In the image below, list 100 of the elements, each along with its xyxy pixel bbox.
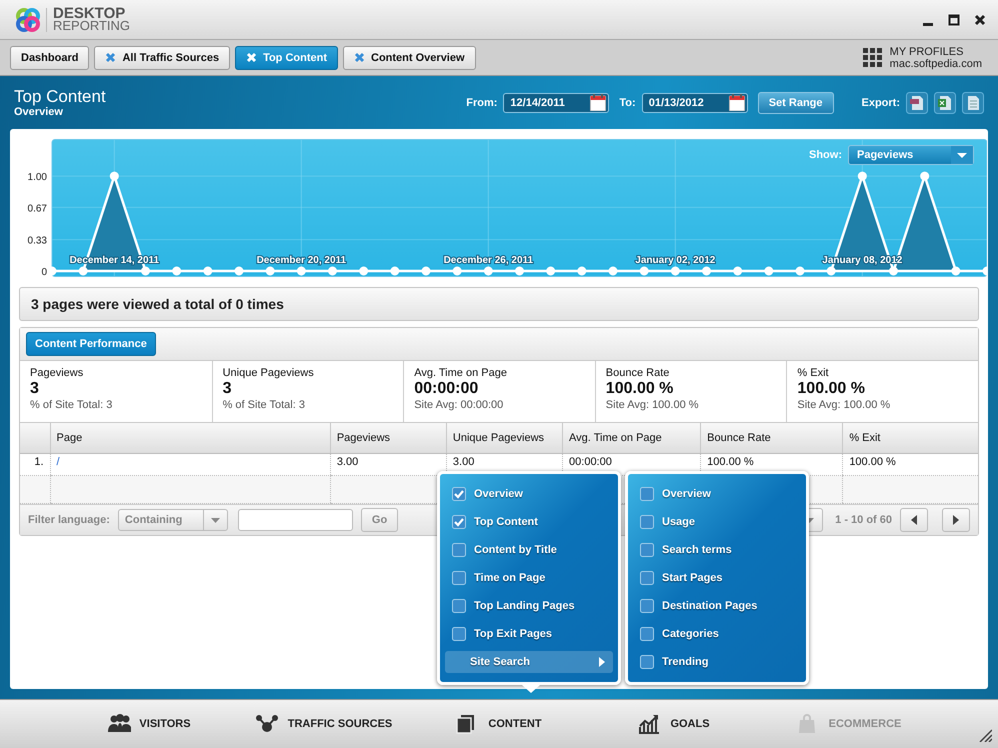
checkbox[interactable] [452, 627, 466, 641]
resize-grip-icon[interactable] [978, 728, 992, 742]
data-point[interactable] [796, 266, 804, 276]
maximize-icon[interactable] [948, 14, 960, 26]
data-point[interactable] [702, 266, 711, 276]
column-header[interactable]: Bounce Rate [700, 423, 843, 454]
menu-item[interactable]: Content by Title [445, 539, 613, 561]
checkbox[interactable] [452, 487, 466, 501]
checkbox[interactable] [640, 487, 654, 501]
metric-value: 3 [222, 379, 232, 399]
metric-dropdown[interactable]: Pageviews [848, 145, 974, 165]
previous-page-button[interactable] [900, 508, 928, 532]
menu-item[interactable]: Search terms [633, 539, 801, 561]
data-point[interactable] [266, 266, 275, 276]
data-point[interactable] [484, 266, 493, 276]
checkbox[interactable] [640, 571, 654, 585]
nav-item[interactable]: GOALS [586, 706, 762, 742]
right-arrow-icon[interactable] [952, 514, 960, 526]
data-point[interactable] [452, 266, 462, 276]
menu-item[interactable]: Usage [633, 511, 801, 533]
checkbox[interactable] [452, 571, 466, 585]
caret-icon[interactable] [951, 146, 973, 164]
menu-item[interactable]: Destination Pages [633, 595, 801, 617]
profiles-label[interactable]: MY PROFILES [890, 46, 982, 58]
document-icon[interactable] [962, 92, 984, 114]
column-header[interactable]: % Exit [842, 423, 978, 454]
menu-item[interactable]: Overview [633, 483, 801, 505]
page-link[interactable]: / [56, 456, 60, 468]
data-point[interactable] [359, 266, 368, 276]
set-range-button[interactable]: Set Range [758, 92, 834, 114]
filter-dropdown[interactable]: Containing [118, 509, 228, 531]
checkbox[interactable] [640, 515, 654, 529]
menu-item[interactable]: Overview [445, 483, 613, 505]
tab[interactable]: Content Overview [343, 46, 476, 70]
calendar-icon[interactable] [728, 94, 745, 111]
data-point[interactable] [78, 266, 88, 276]
people-icon[interactable] [107, 714, 132, 734]
pdf-icon[interactable] [906, 92, 928, 114]
checkbox[interactable] [452, 599, 466, 613]
network-icon[interactable] [256, 714, 280, 734]
data-point[interactable] [733, 266, 742, 276]
data-point[interactable] [608, 266, 618, 276]
data-point[interactable] [577, 266, 586, 276]
column-header[interactable]: Pageviews [330, 423, 446, 454]
checkbox[interactable] [640, 543, 654, 557]
data-point[interactable] [858, 172, 867, 181]
grid-icon[interactable] [862, 48, 882, 67]
data-point[interactable] [640, 266, 649, 276]
menu-item[interactable]: Trending [633, 651, 801, 673]
checkbox[interactable] [640, 655, 654, 669]
column-header[interactable]: Page [50, 423, 330, 454]
data-point[interactable] [764, 266, 774, 276]
nav-item[interactable]: TRAFFIC SOURCES [236, 706, 412, 742]
data-point[interactable] [390, 266, 400, 276]
data-point[interactable] [328, 266, 337, 276]
checkbox[interactable] [452, 515, 466, 529]
data-point[interactable] [141, 266, 150, 276]
nav-item[interactable]: CONTENT [412, 706, 586, 742]
go-button[interactable]: Go [360, 508, 398, 532]
menu-item[interactable]: Categories [633, 623, 801, 645]
data-point[interactable] [234, 266, 244, 276]
data-point[interactable] [951, 266, 960, 276]
date-field[interactable]: 01/13/2012 [642, 92, 748, 112]
data-point[interactable] [203, 266, 212, 276]
nav-item[interactable]: VISITORS [62, 706, 236, 742]
calendar-icon[interactable] [590, 94, 606, 111]
data-point[interactable] [982, 266, 987, 276]
data-point[interactable] [826, 266, 836, 276]
data-point[interactable] [422, 266, 430, 276]
menu-item[interactable]: Time on Page [445, 567, 613, 589]
data-point[interactable] [920, 172, 930, 181]
column-header[interactable]: Avg. Time on Page [562, 423, 701, 454]
submenu-item[interactable]: Site Search [445, 651, 613, 673]
date-field[interactable]: 12/14/2011 [503, 92, 610, 112]
checkbox[interactable] [640, 599, 654, 613]
section-button[interactable]: Content Performance [26, 332, 156, 356]
filter-input[interactable] [238, 509, 353, 531]
menu-item[interactable]: Top Landing Pages [445, 595, 613, 617]
tab[interactable]: Top Content [235, 46, 338, 70]
menu-item[interactable]: Start Pages [633, 567, 801, 589]
data-point[interactable] [172, 266, 182, 276]
menu-item[interactable]: Top Exit Pages [445, 623, 613, 645]
checkbox[interactable] [452, 543, 466, 557]
tab[interactable]: All Traffic Sources [94, 46, 230, 70]
menu-item-label: Content by Title [474, 544, 557, 556]
data-point[interactable] [515, 266, 524, 276]
tab[interactable]: Dashboard [10, 46, 90, 70]
next-page-button[interactable] [942, 508, 970, 532]
data-point[interactable] [670, 266, 680, 276]
data-point[interactable] [546, 266, 556, 276]
axis-label: December 20, 2011 [256, 255, 346, 266]
menu-item[interactable]: Top Content [445, 511, 613, 533]
data-point[interactable] [889, 266, 898, 276]
close-icon[interactable] [974, 14, 986, 26]
spreadsheet-icon[interactable] [934, 92, 956, 114]
column-header[interactable]: Unique Pageviews [446, 423, 563, 454]
checkbox[interactable] [640, 627, 654, 641]
left-arrow-icon[interactable] [910, 514, 918, 526]
data-point[interactable] [296, 266, 306, 276]
data-point[interactable] [110, 172, 119, 181]
